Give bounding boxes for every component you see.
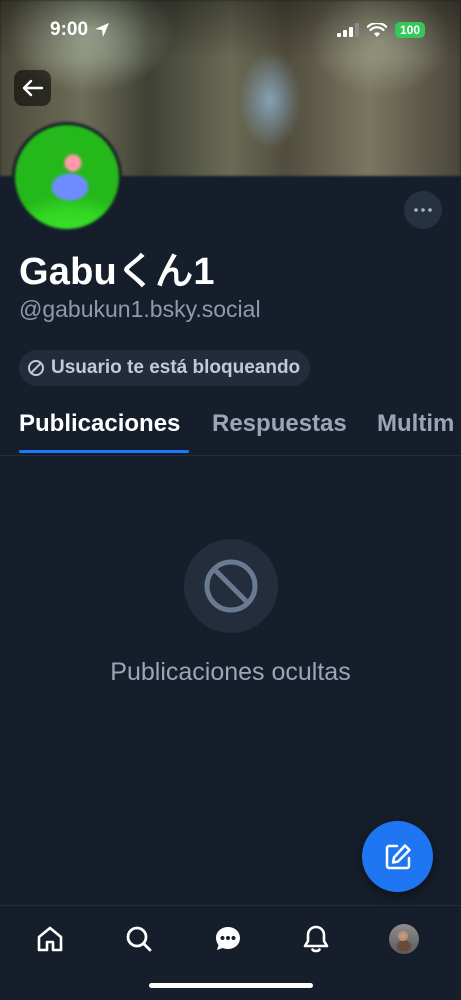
empty-state-icon-container — [184, 539, 278, 633]
home-icon — [37, 926, 63, 952]
status-indicators: 100 — [337, 22, 425, 38]
nav-home[interactable] — [33, 922, 67, 956]
blocked-status-badge: Usuario te está bloqueando — [19, 350, 311, 386]
home-indicator — [149, 983, 313, 988]
active-tab-indicator — [19, 450, 189, 453]
empty-state-text: Publicaciones ocultas — [110, 658, 351, 686]
tab-respuestas[interactable]: Respuestas — [212, 410, 347, 438]
profile-tabs: Publicaciones Respuestas Multim — [0, 396, 461, 456]
display-name: Gabuくん1 — [19, 251, 215, 293]
nav-profile[interactable] — [387, 922, 421, 956]
search-icon — [126, 926, 152, 952]
tab-multimedia[interactable]: Multim — [377, 410, 454, 438]
chat-icon — [216, 927, 240, 950]
cellular-signal-icon — [337, 23, 359, 37]
bell-icon — [303, 925, 329, 953]
location-arrow-icon — [95, 23, 110, 37]
status-time: 9:00 — [50, 19, 89, 40]
profile-avatar — [389, 924, 419, 954]
ellipsis-icon — [414, 208, 432, 212]
profile-avatar[interactable] — [12, 122, 122, 232]
status-bar: 9:00 100 — [0, 0, 461, 60]
battery-indicator: 100 — [395, 22, 425, 38]
blocked-icon — [204, 559, 258, 613]
blocked-icon — [28, 360, 44, 376]
nav-chat[interactable] — [211, 922, 245, 956]
wifi-icon — [367, 22, 387, 37]
nav-notifications[interactable] — [299, 922, 333, 956]
more-options-button[interactable] — [404, 191, 442, 229]
status-time-group: 9:00 — [50, 19, 110, 41]
tab-publicaciones[interactable]: Publicaciones — [19, 410, 180, 438]
blocked-label: Usuario te está bloqueando — [51, 357, 301, 378]
compose-button[interactable] — [362, 821, 433, 892]
arrow-left-icon — [22, 79, 43, 97]
back-button[interactable] — [14, 70, 51, 106]
handle: @gabukun1.bsky.social — [19, 296, 261, 322]
nav-search[interactable] — [122, 922, 156, 956]
compose-icon — [385, 843, 411, 869]
